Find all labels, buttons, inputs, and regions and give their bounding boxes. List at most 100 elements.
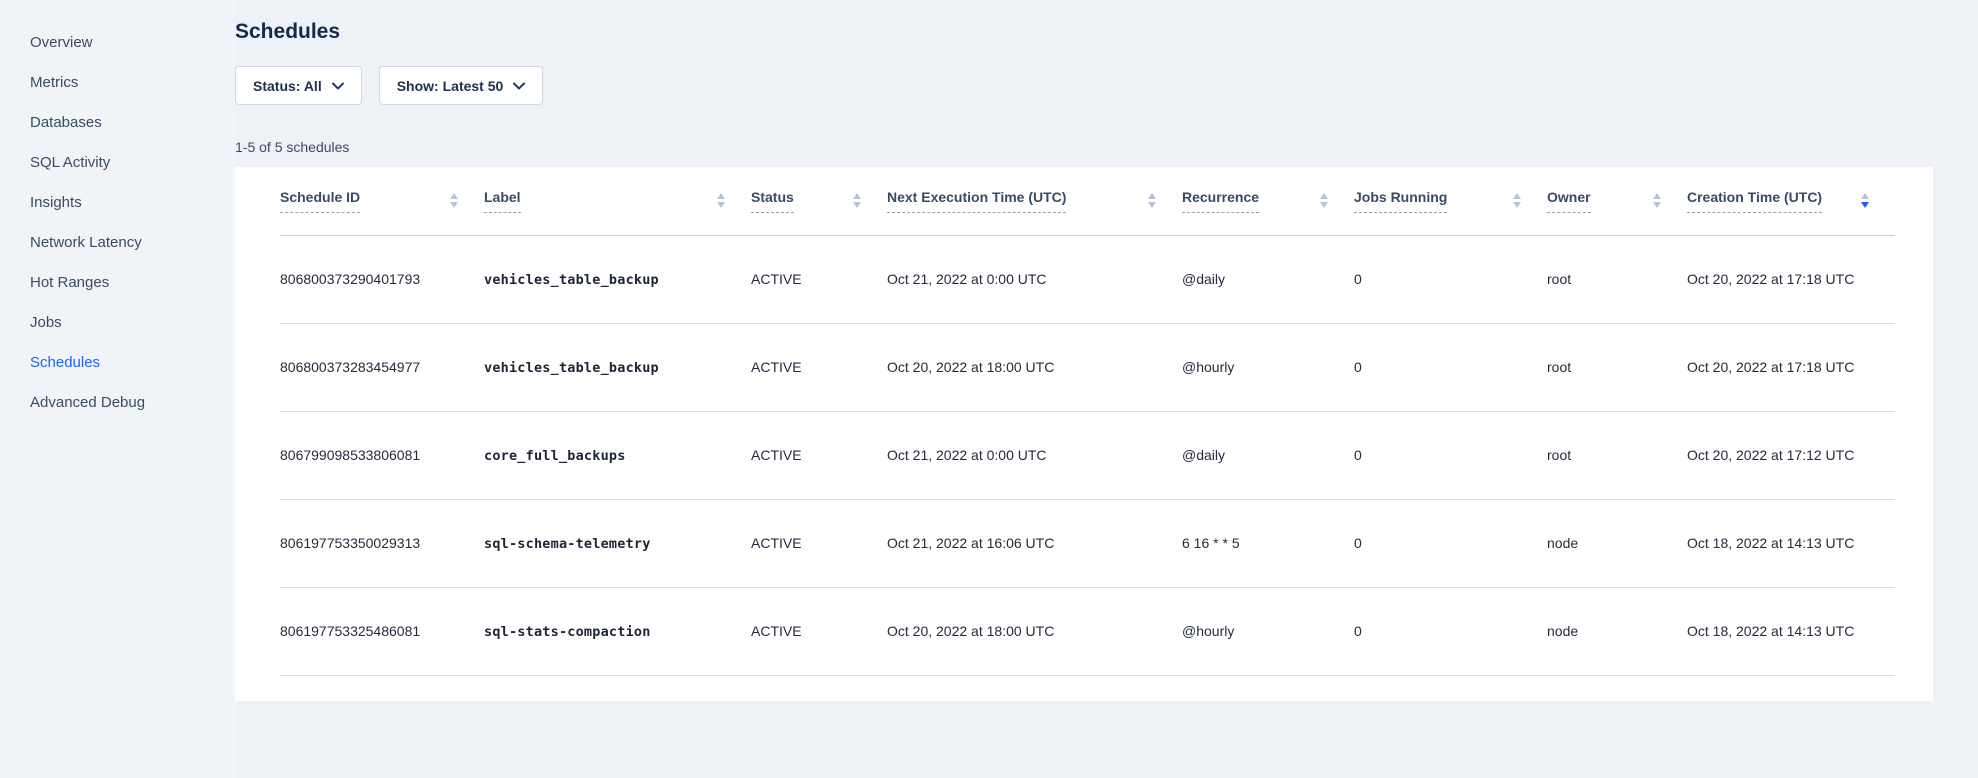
sidebar-item-label: Databases (30, 114, 102, 131)
sidebar-item-sql-activity[interactable]: SQL Activity (0, 142, 235, 182)
table-row: 806800373283454977vehicles_table_backupA… (280, 323, 1895, 411)
cell-status: ACTIVE (751, 499, 887, 587)
cell-jobs-running: 0 (1354, 235, 1547, 323)
sort-arrows-icon[interactable] (1861, 193, 1869, 208)
show-filter-label: Show: Latest 50 (397, 78, 504, 94)
cell-creation-time: Oct 18, 2022 at 14:13 UTC (1687, 587, 1895, 675)
cell-status: ACTIVE (751, 235, 887, 323)
sort-desc-icon (1320, 202, 1328, 208)
sort-desc-icon (1148, 202, 1156, 208)
results-count: 1-5 of 5 schedules (235, 139, 1933, 155)
cell-label: vehicles_table_backup (484, 323, 751, 411)
sidebar-item-overview[interactable]: Overview (0, 22, 235, 62)
table-row: 806197753325486081sql-stats-compactionAC… (280, 587, 1895, 675)
sort-arrows-icon[interactable] (1320, 193, 1328, 208)
sidebar-item-jobs[interactable]: Jobs (0, 302, 235, 342)
sidebar-item-label: Metrics (30, 74, 78, 91)
cell-next-execution: Oct 20, 2022 at 18:00 UTC (887, 587, 1182, 675)
column-header-schedule-id[interactable]: Schedule ID (280, 167, 484, 235)
column-header-status[interactable]: Status (751, 167, 887, 235)
sort-asc-icon (1320, 193, 1328, 199)
sort-arrows-icon[interactable] (717, 193, 725, 208)
show-filter-dropdown[interactable]: Show: Latest 50 (379, 66, 544, 105)
cell-owner: root (1547, 323, 1687, 411)
cell-jobs-running: 0 (1354, 499, 1547, 587)
cell-schedule-id: 806197753325486081 (280, 587, 484, 675)
sort-asc-icon (1513, 193, 1521, 199)
cell-owner: root (1547, 411, 1687, 499)
cell-recurrence: @hourly (1182, 323, 1354, 411)
main-content: Schedules Status: All Show: Latest 50 1-… (235, 0, 1978, 778)
sort-asc-icon (450, 193, 458, 199)
sidebar-item-insights[interactable]: Insights (0, 182, 235, 222)
cell-recurrence: 6 16 * * 5 (1182, 499, 1354, 587)
sort-arrows-icon[interactable] (1148, 193, 1156, 208)
cell-owner: node (1547, 587, 1687, 675)
filter-bar: Status: All Show: Latest 50 (235, 66, 1933, 105)
sidebar-item-advanced-debug[interactable]: Advanced Debug (0, 382, 235, 422)
sidebar-item-label: Overview (30, 34, 93, 51)
sidebar-item-databases[interactable]: Databases (0, 102, 235, 142)
cell-status: ACTIVE (751, 411, 887, 499)
column-label: Status (751, 189, 794, 213)
cell-creation-time: Oct 20, 2022 at 17:18 UTC (1687, 323, 1895, 411)
cell-recurrence: @daily (1182, 235, 1354, 323)
column-header-jobs-running[interactable]: Jobs Running (1354, 167, 1547, 235)
column-header-next-execution-time-utc[interactable]: Next Execution Time (UTC) (887, 167, 1182, 235)
sidebar-item-label: Insights (30, 194, 82, 211)
column-label: Owner (1547, 189, 1591, 213)
cell-status: ACTIVE (751, 587, 887, 675)
sidebar: Overview Metrics Databases SQL Activity Insi… (0, 0, 235, 778)
column-header-creation-time-utc[interactable]: Creation Time (UTC) (1687, 167, 1895, 235)
sidebar-item-metrics[interactable]: Metrics (0, 62, 235, 102)
sort-arrows-icon[interactable] (1513, 193, 1521, 208)
sort-asc-icon (1148, 193, 1156, 199)
table-row: 806197753350029313sql-schema-telemetryAC… (280, 499, 1895, 587)
cell-owner: node (1547, 499, 1687, 587)
sidebar-item-label: Hot Ranges (30, 274, 109, 291)
sort-desc-icon (450, 202, 458, 208)
cell-label: vehicles_table_backup (484, 235, 751, 323)
cell-status: ACTIVE (751, 323, 887, 411)
cell-schedule-id: 806799098533806081 (280, 411, 484, 499)
cell-schedule-id: 806800373290401793 (280, 235, 484, 323)
sort-arrows-icon[interactable] (853, 193, 861, 208)
table-row: 806799098533806081core_full_backupsACTIV… (280, 411, 1895, 499)
column-header-label[interactable]: Label (484, 167, 751, 235)
sidebar-item-label: Schedules (30, 354, 100, 371)
sort-arrows-icon[interactable] (450, 193, 458, 208)
cell-creation-time: Oct 20, 2022 at 17:12 UTC (1687, 411, 1895, 499)
schedules-table-card: Schedule IDLabel Status Next Execution Tim… (235, 167, 1933, 701)
sort-asc-icon (1653, 193, 1661, 199)
sort-desc-icon (1513, 202, 1521, 208)
table-row: 806800373290401793vehicles_table_backupA… (280, 235, 1895, 323)
column-header-owner[interactable]: Owner (1547, 167, 1687, 235)
status-filter-dropdown[interactable]: Status: All (235, 66, 362, 105)
column-label: Creation Time (UTC) (1687, 189, 1822, 213)
sidebar-item-label: Jobs (30, 314, 62, 331)
column-label: Next Execution Time (UTC) (887, 189, 1066, 213)
schedules-table: Schedule IDLabel Status Next Execution Tim… (280, 167, 1895, 676)
sort-desc-icon (717, 202, 725, 208)
sort-arrows-icon[interactable] (1653, 193, 1661, 208)
sidebar-item-label: Network Latency (30, 234, 142, 251)
chevron-down-icon (513, 82, 525, 90)
sidebar-item-schedules[interactable]: Schedules (0, 342, 235, 382)
cell-creation-time: Oct 20, 2022 at 17:18 UTC (1687, 235, 1895, 323)
cell-schedule-id: 806800373283454977 (280, 323, 484, 411)
cell-owner: root (1547, 235, 1687, 323)
sort-asc-icon (717, 193, 725, 199)
page-title: Schedules (235, 20, 1933, 44)
column-header-recurrence[interactable]: Recurrence (1182, 167, 1354, 235)
chevron-down-icon (332, 82, 344, 90)
column-label: Label (484, 189, 521, 213)
column-label: Recurrence (1182, 189, 1259, 213)
cell-label: core_full_backups (484, 411, 751, 499)
cell-jobs-running: 0 (1354, 411, 1547, 499)
sort-desc-icon (1653, 202, 1661, 208)
sidebar-item-network-latency[interactable]: Network Latency (0, 222, 235, 262)
sort-asc-icon (853, 193, 861, 199)
sidebar-item-hot-ranges[interactable]: Hot Ranges (0, 262, 235, 302)
sort-desc-icon (853, 202, 861, 208)
sidebar-item-label: Advanced Debug (30, 394, 145, 411)
